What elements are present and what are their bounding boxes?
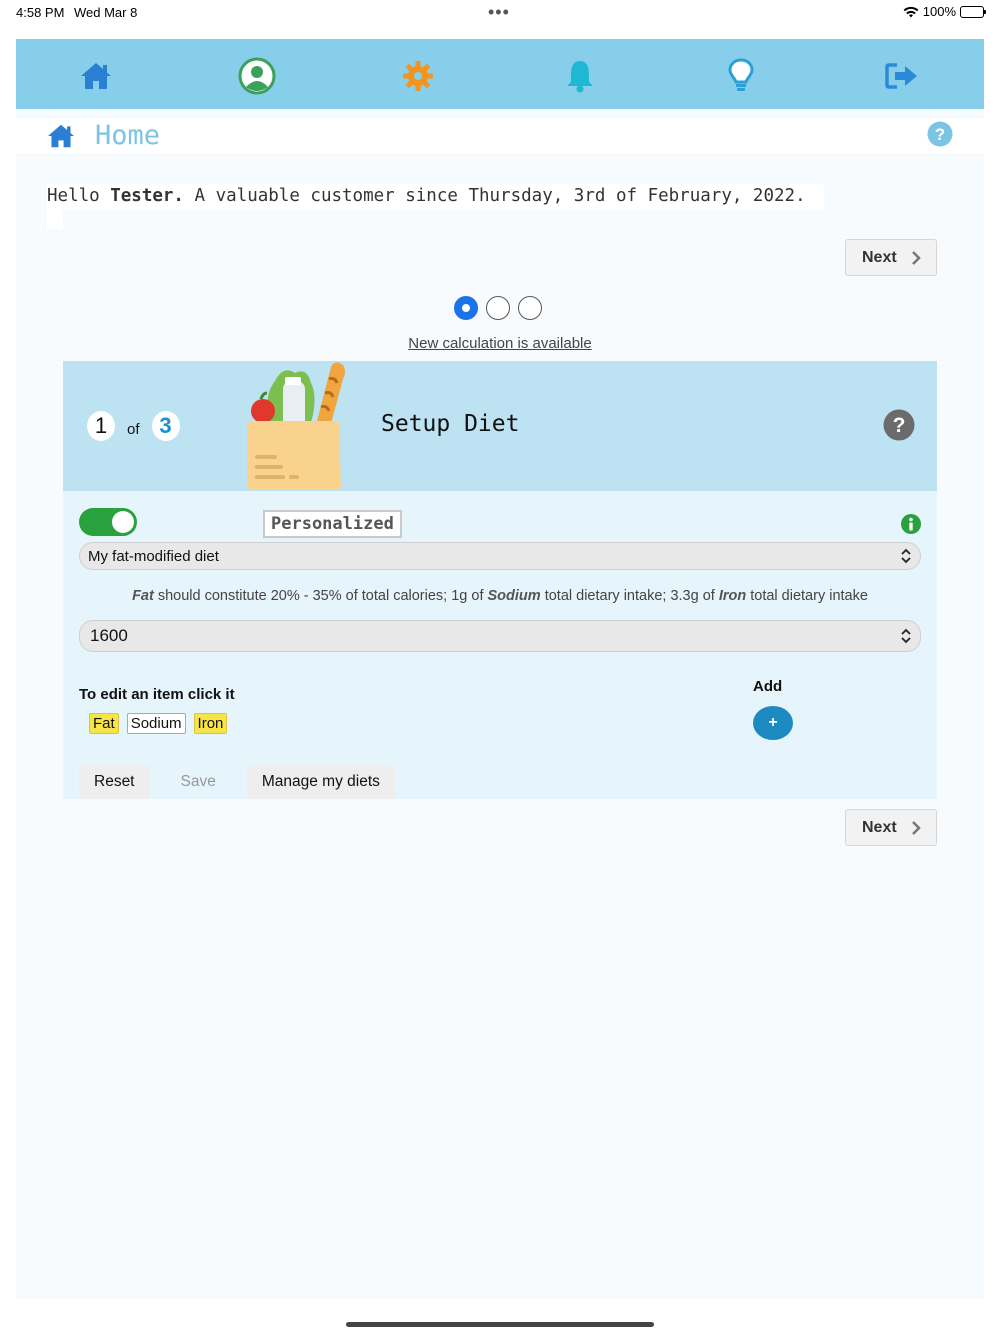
diet-select-value: My fat-modified diet <box>88 547 219 565</box>
card-title: Setup Diet <box>381 411 520 437</box>
info-icon[interactable] <box>901 514 921 534</box>
greeting-strip <box>47 209 63 229</box>
add-item-button[interactable]: + <box>753 706 793 740</box>
page-title: Home <box>95 120 161 151</box>
profile-icon <box>238 57 276 95</box>
card-actions: Reset Save Manage my diets <box>79 765 395 799</box>
help-icon[interactable]: ? <box>883 409 915 441</box>
diet-select[interactable]: My fat-modified diet <box>79 542 921 570</box>
page-header: Home <box>16 119 984 153</box>
calories-select-value: 1600 <box>90 626 128 645</box>
greeting-prefix: Hello <box>47 186 111 206</box>
tag-sodium[interactable]: Sodium <box>126 713 186 734</box>
help-icon[interactable]: ? <box>927 121 953 147</box>
nav-home-button[interactable] <box>76 56 116 96</box>
next-label: Next <box>862 818 897 836</box>
chevron-up-down-icon <box>901 628 911 644</box>
status-date: Wed Mar 8 <box>74 5 138 20</box>
chevron-up-down-icon <box>901 548 911 564</box>
home-icon <box>81 63 111 89</box>
grocery-bag-icon <box>247 362 345 489</box>
status-bar: 4:58 PM Wed Mar 8 ••• 100% <box>0 0 1000 28</box>
svg-text:?: ? <box>935 125 945 144</box>
step-indicator: 1 of 3 <box>87 411 180 441</box>
step-current: 1 <box>87 411 115 441</box>
wifi-icon <box>903 6 919 17</box>
nutrient-name: Iron <box>718 588 747 604</box>
bell-icon <box>567 61 593 93</box>
calories-select[interactable]: 1600 <box>79 620 921 652</box>
step-of: of <box>127 420 140 438</box>
setup-diet-card: 1 of 3 Setup Diet ? Personalized My fat-… <box>63 361 937 799</box>
nav-settings-button[interactable] <box>398 56 438 96</box>
save-button[interactable]: Save <box>166 765 231 799</box>
chevron-right-icon <box>911 820 921 835</box>
diet-description: Fat should constitute 20% - 35% of total… <box>63 588 937 604</box>
next-button-top[interactable]: Next <box>845 239 937 276</box>
battery-percent: 100% <box>922 4 956 19</box>
app-container: Home ? Hello Tester. A valuable customer… <box>16 39 984 1299</box>
step-total: 3 <box>151 411 180 441</box>
status-right: 100% <box>903 4 986 19</box>
nutrient-tags: Fat Sodium Iron <box>89 713 228 734</box>
add-label: Add <box>753 678 783 695</box>
tag-fat[interactable]: Fat <box>89 713 119 734</box>
nav-logout-button[interactable] <box>882 56 922 96</box>
tag-iron[interactable]: Iron <box>193 713 228 734</box>
edit-hint: To edit an item click it <box>79 686 235 703</box>
greeting-text: Hello Tester. A valuable customer since … <box>47 184 824 210</box>
personalized-toggle[interactable] <box>79 508 137 536</box>
user-name: Tester. <box>110 186 184 206</box>
battery-icon <box>960 5 986 18</box>
status-time: 4:58 PM <box>16 5 65 20</box>
home-indicator[interactable] <box>346 1322 654 1327</box>
nav-notifications-button[interactable] <box>560 56 600 96</box>
pager-dot-3[interactable] <box>518 296 542 320</box>
svg-text:?: ? <box>893 414 906 437</box>
card-header: 1 of 3 Setup Diet ? <box>63 361 937 491</box>
new-calculation-link[interactable]: New calculation is available <box>16 335 984 352</box>
pager-dot-1[interactable] <box>454 296 478 320</box>
multitasking-dots-icon[interactable]: ••• <box>488 2 510 23</box>
next-button-bottom[interactable]: Next <box>845 809 937 846</box>
gear-icon <box>403 61 433 91</box>
description-text: total dietary intake <box>746 588 868 604</box>
next-label: Next <box>862 248 897 266</box>
home-icon <box>48 124 74 148</box>
nav-tips-button[interactable] <box>721 56 761 96</box>
nutrient-name: Sodium <box>487 588 541 604</box>
reset-button[interactable]: Reset <box>79 765 150 799</box>
top-nav-bar <box>16 39 984 109</box>
greeting-suffix: A valuable customer since Thursday, 3rd … <box>183 186 806 206</box>
toggle-knob <box>112 511 134 533</box>
manage-diets-button[interactable]: Manage my diets <box>246 765 395 799</box>
lightbulb-icon <box>728 58 754 91</box>
nav-profile-button[interactable] <box>237 56 277 96</box>
logout-icon <box>885 63 917 89</box>
description-text: should constitute 20% - 35% of total cal… <box>153 588 488 604</box>
chevron-right-icon <box>911 250 921 265</box>
description-text: total dietary intake; 3.3g of <box>540 588 719 604</box>
pager-dots <box>454 296 542 320</box>
pager-dot-2[interactable] <box>486 296 510 320</box>
nutrient-name: Fat <box>132 588 154 604</box>
mode-label: Personalized <box>263 510 402 538</box>
